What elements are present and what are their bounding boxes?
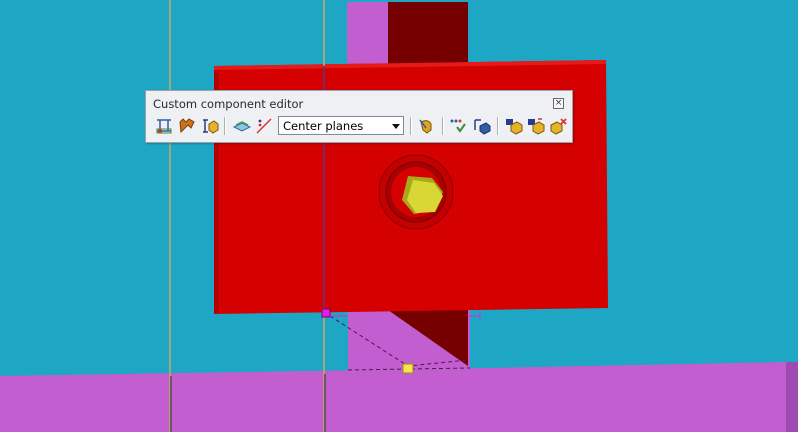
magnetic-icon[interactable] [472,116,492,136]
save-icon[interactable] [504,116,524,136]
component-point-handle [402,363,414,374]
center-planes-value: Center planes [283,119,364,133]
save-as-icon[interactable] [526,116,546,136]
close-editor-icon[interactable] [548,116,568,136]
beam-edge [786,362,798,432]
fix-icon[interactable] [177,116,197,136]
bind-plane-icon[interactable] [200,116,220,136]
toolbar-buttons-row: Center planes [152,115,568,137]
reference-point-handle [321,308,331,318]
points-icon[interactable] [154,116,174,136]
toolbar-title: Custom component editor [153,97,304,111]
planes-icon[interactable] [232,116,252,136]
close-icon[interactable]: × [553,98,564,109]
chevron-down-icon [392,124,400,129]
column-web-top [388,2,468,70]
model-viewport[interactable] [0,0,798,432]
variables-icon[interactable] [417,116,437,136]
custom-component-editor-toolbar[interactable]: Custom component editor × Center planes [145,90,573,143]
center-planes-select[interactable]: Center planes [278,116,404,135]
test-icon[interactable] [448,116,468,136]
distance-icon[interactable] [254,116,274,136]
